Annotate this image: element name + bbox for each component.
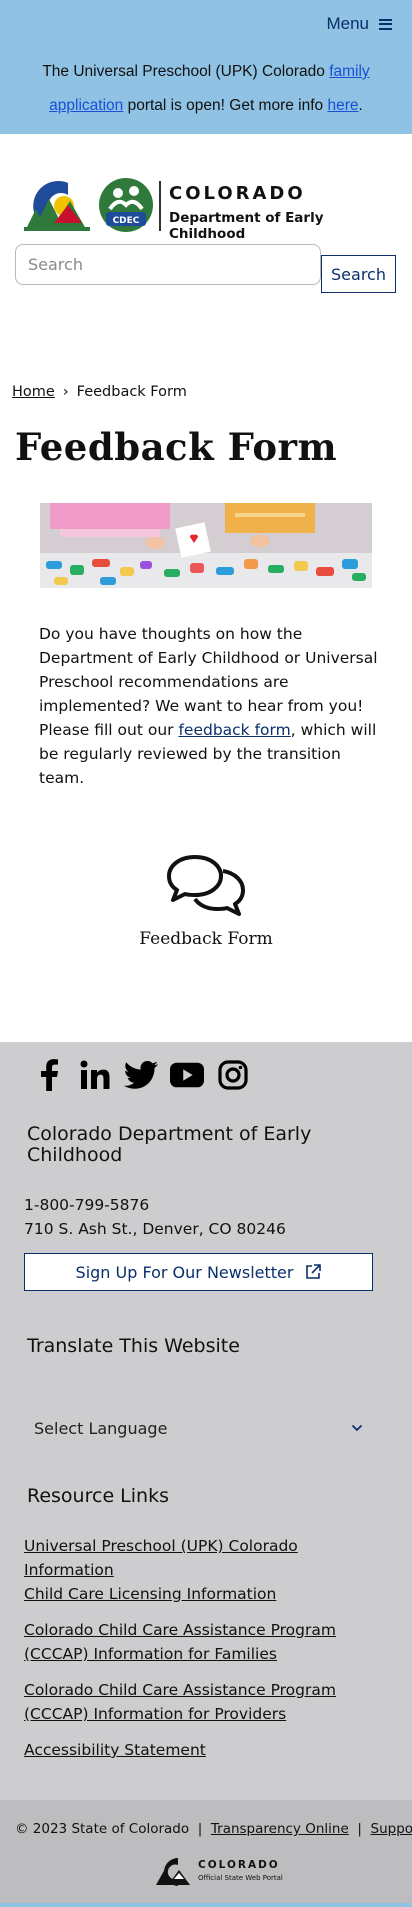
resource-links-heading: Resource Links: [27, 1485, 169, 1507]
language-select[interactable]: Select Language: [24, 1409, 373, 1447]
logo-divider: [159, 181, 161, 231]
twitter-icon[interactable]: [124, 1058, 158, 1092]
external-link-icon: [306, 1264, 322, 1279]
feedback-form-card[interactable]: Feedback Form: [120, 850, 292, 955]
support-link[interactable]: Support: [371, 1821, 412, 1837]
logo-title-line1: COLORADO: [169, 183, 306, 204]
bottom-separator: |: [197, 1821, 203, 1837]
site-logo[interactable]: CDEC COLORADO Department of Early Childh…: [24, 177, 394, 242]
footer-address: 710 S. Ash St., Denver, CO 80246: [24, 1220, 286, 1238]
alert-text-mid: portal is open! Get more info: [123, 97, 328, 114]
logo-title-line2: Department of Early Childhood: [169, 210, 324, 242]
footer-phone[interactable]: 1-800-799-5876: [24, 1196, 149, 1214]
chevron-down-icon: [351, 1424, 363, 1432]
hamburger-icon: [379, 18, 392, 30]
colorado-c-logo-icon: [156, 1858, 190, 1886]
page-title: Feedback Form: [15, 425, 338, 469]
state-portal-logo[interactable]: COLORADO Official State Web Portal: [152, 1857, 292, 1887]
bottom-separator: |: [357, 1821, 362, 1837]
bottom-accent-rule: [0, 1903, 412, 1907]
resource-link-accessibility[interactable]: Accessibility Statement: [24, 1738, 384, 1762]
menu-button[interactable]: Menu: [326, 14, 392, 34]
site-footer: Colorado Department of Early Childhood 1…: [0, 1042, 412, 1800]
copyright-text: © 2023 State of Colorado: [15, 1821, 190, 1837]
transparency-online-link[interactable]: Transparency Online: [211, 1821, 349, 1837]
colorado-state-logo: [24, 181, 90, 231]
more-info-link[interactable]: here: [327, 97, 358, 114]
newsletter-signup-button[interactable]: Sign Up For Our Newsletter: [24, 1253, 373, 1291]
bottom-bar: © 2023 State of Colorado | Transparency …: [0, 1800, 412, 1907]
alert-text-pre: The Universal Preschool (UPK) Colorado: [42, 63, 330, 80]
breadcrumb-separator: ›: [62, 384, 69, 400]
instagram-icon[interactable]: [216, 1058, 250, 1092]
alert-message: The Universal Preschool (UPK) Colorado f…: [8, 55, 404, 123]
resource-link-cccap-providers[interactable]: Colorado Child Care Assistance Program (…: [24, 1678, 384, 1726]
top-alert-banner: Menu The Universal Preschool (UPK) Color…: [0, 0, 412, 134]
alert-text-post: .: [358, 97, 363, 114]
breadcrumb: Home › Feedback Form: [12, 384, 187, 400]
resource-link-licensing[interactable]: Child Care Licensing Information: [24, 1582, 384, 1606]
translate-heading: Translate This Website: [27, 1335, 240, 1357]
language-select-value: Select Language: [34, 1418, 168, 1438]
search-button[interactable]: Search: [321, 255, 396, 293]
cdec-badge-text: CDEC: [113, 216, 140, 226]
feedback-card-label: Feedback Form: [139, 929, 273, 949]
chat-bubbles-icon: [167, 855, 245, 916]
search-input[interactable]: [15, 244, 321, 285]
breadcrumb-home-link[interactable]: Home: [12, 384, 55, 400]
facebook-icon[interactable]: [32, 1058, 66, 1092]
portal-subtitle: Official State Web Portal: [198, 1874, 283, 1882]
resource-link-upk[interactable]: Universal Preschool (UPK) Colorado Infor…: [24, 1534, 384, 1582]
social-links: [32, 1058, 250, 1092]
cdec-badge-icon: CDEC: [99, 178, 153, 232]
portal-title: COLORADO: [198, 1859, 280, 1871]
intro-paragraph: Do you have thoughts on how the Departme…: [39, 622, 379, 790]
resource-link-cccap-families[interactable]: Colorado Child Care Assistance Program (…: [24, 1618, 384, 1666]
linkedin-icon[interactable]: [78, 1058, 112, 1092]
menu-label: Menu: [326, 14, 369, 33]
newsletter-label: Sign Up For Our Newsletter: [75, 1262, 294, 1282]
youtube-icon[interactable]: [170, 1058, 204, 1092]
hero-image: [40, 503, 372, 588]
footer-org-name: Colorado Department of Early Childhood: [27, 1123, 312, 1166]
breadcrumb-current: Feedback Form: [76, 384, 187, 400]
feedback-form-link[interactable]: feedback form: [178, 721, 290, 739]
copyright-line: © 2023 State of Colorado | Transparency …: [15, 1821, 412, 1837]
